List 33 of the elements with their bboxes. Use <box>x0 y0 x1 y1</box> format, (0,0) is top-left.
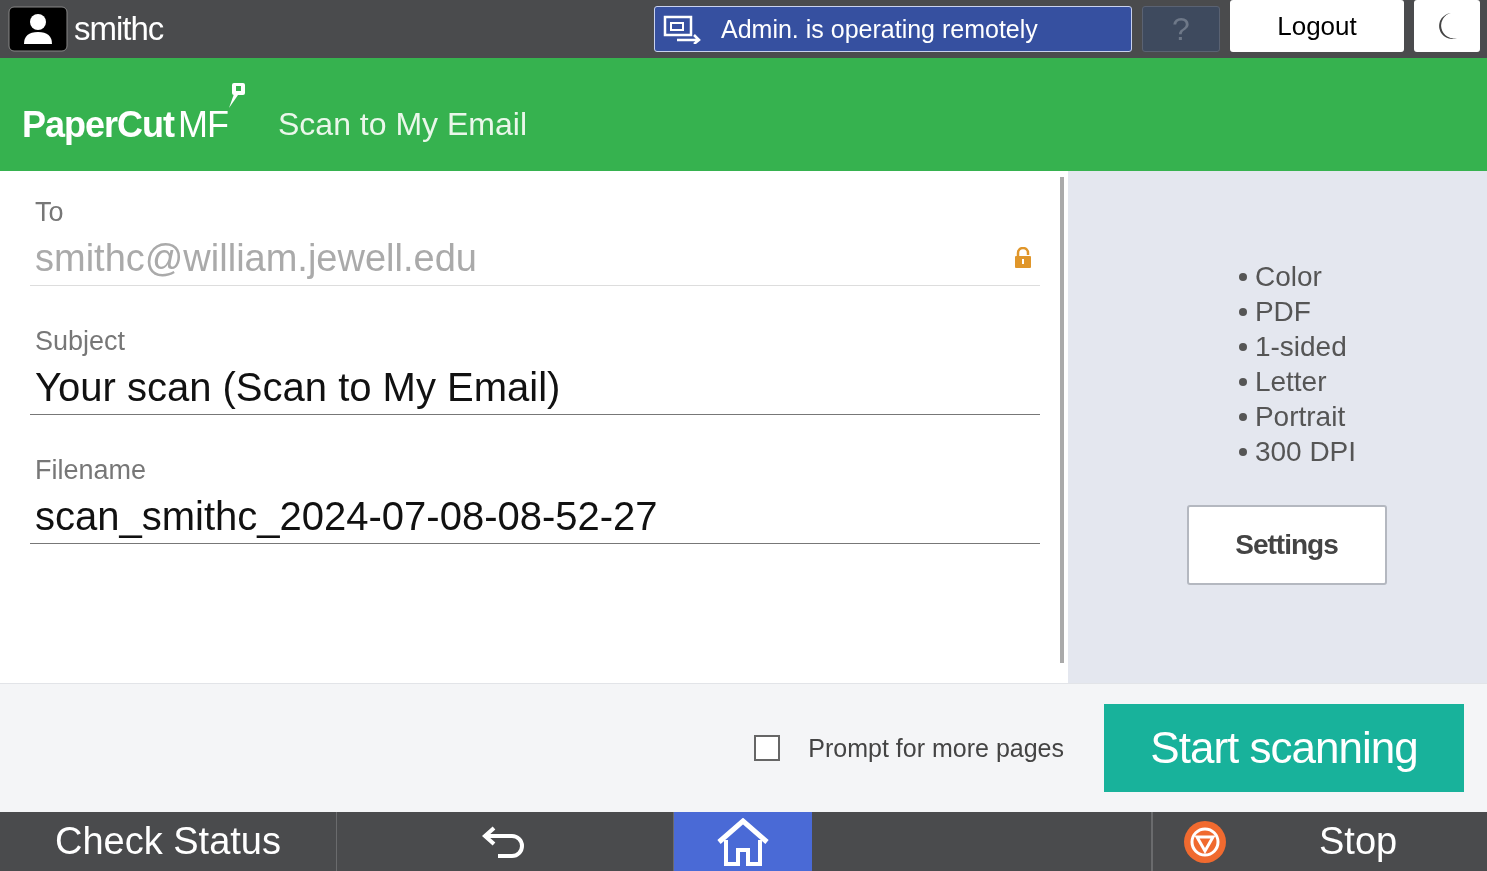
field-label: Subject <box>34 324 126 358</box>
setting-summary: 1-sided <box>1254 330 1347 363</box>
logout-button[interactable]: Logout <box>1230 0 1404 52</box>
home-icon <box>715 817 771 866</box>
user-icon <box>8 6 68 52</box>
lock-icon <box>1014 247 1032 269</box>
setting-summary: 300 DPI <box>1254 435 1357 468</box>
scrollbar[interactable] <box>1060 177 1064 663</box>
checkbox-label: Prompt for more pages <box>808 733 1064 763</box>
page-title: Scan to My Email <box>278 106 527 143</box>
checkbox[interactable] <box>754 735 781 761</box>
setting-summary: Letter <box>1254 365 1327 398</box>
field-label: Filename <box>34 453 147 487</box>
username: smithc <box>74 10 164 48</box>
setting-summary: PDF <box>1254 295 1311 328</box>
bullet-icon <box>1238 412 1247 421</box>
logo: PaperCutMF <box>22 103 228 146</box>
stop-icon <box>1183 819 1227 864</box>
setting-summary: Portrait <box>1254 400 1346 433</box>
remote-screen-icon <box>663 14 703 44</box>
text-field[interactable]: scan_smithc_2024-07-08-08-52-27 <box>30 489 1040 544</box>
settings-button[interactable]: Settings <box>1186 505 1387 585</box>
sleep-button[interactable] <box>1414 0 1480 52</box>
home-button[interactable] <box>674 812 812 871</box>
bullet-icon <box>1238 447 1247 456</box>
bullet-icon <box>1238 342 1247 351</box>
bullet-icon <box>1238 272 1247 281</box>
text-field[interactable]: Your scan (Scan to My Email) <box>30 360 1040 415</box>
field-label: To <box>34 195 64 229</box>
bullet-icon <box>1238 377 1247 386</box>
remote-operation-banner[interactable]: Admin. is operating remotely <box>654 6 1132 52</box>
bullet-icon <box>1238 307 1247 316</box>
setting-summary: Color <box>1254 260 1322 293</box>
